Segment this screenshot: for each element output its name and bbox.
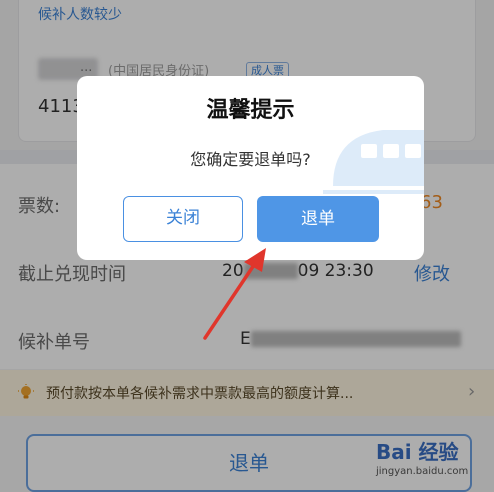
- confirm-dialog: 温馨提示 您确定要退单吗? 关闭 退单: [77, 76, 424, 260]
- confirm-refund-button[interactable]: 退单: [257, 196, 379, 242]
- close-button[interactable]: 关闭: [123, 196, 243, 242]
- dialog-title: 温馨提示: [206, 98, 295, 123]
- dialog-message: 您确定要退单吗?: [190, 150, 311, 169]
